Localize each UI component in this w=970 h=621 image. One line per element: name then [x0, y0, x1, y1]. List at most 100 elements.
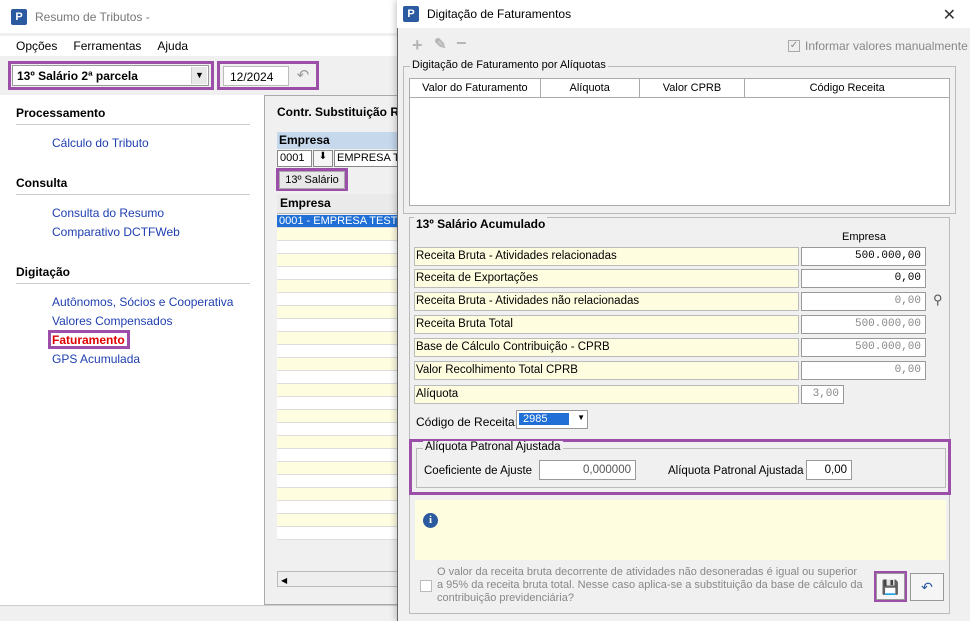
tab-13-salario[interactable]: 13º Salário — [279, 171, 345, 189]
binoculars-icon[interactable]: ⚲ — [933, 292, 943, 308]
input-aliquota: 3,00 — [801, 385, 844, 404]
label-valor-recolhimento-cprb: Valor Recolhimento Total CPRB — [414, 361, 799, 380]
sidebar-item-faturamento[interactable]: Faturamento — [52, 333, 125, 347]
menu-ajuda[interactable]: Ajuda — [157, 39, 188, 53]
list-item — [277, 475, 400, 488]
menu-ferramentas[interactable]: Ferramentas — [73, 39, 141, 53]
main-titlebar: P Resumo de Tributos - — [0, 0, 400, 33]
list-item — [277, 358, 400, 371]
empresa-label: Empresa — [277, 132, 400, 149]
aliquotas-table-body[interactable] — [409, 98, 950, 206]
list-item — [277, 254, 400, 267]
aliq-patronal-label: Alíquota Patronal Ajustada — [668, 465, 804, 477]
input-receita-exportacoes[interactable]: 0,00 — [801, 269, 926, 288]
list-item — [277, 527, 400, 540]
info-icon: i — [423, 513, 438, 528]
codigo-receita-select[interactable]: 2985 ▼ — [516, 410, 588, 429]
scroll-left-icon[interactable]: ◀ — [278, 576, 287, 585]
undo-button[interactable]: ↶ — [910, 573, 944, 601]
edit-icon[interactable]: ✎ — [434, 35, 447, 53]
app-logo-icon: P — [11, 8, 27, 25]
grid-title: Contr. Substituição R — [277, 105, 400, 119]
close-icon[interactable]: ✕ — [943, 5, 956, 25]
menubar: Opções Ferramentas Ajuda — [0, 36, 400, 56]
list-item — [277, 514, 400, 527]
section-consulta: Consulta — [16, 176, 68, 190]
divider — [16, 283, 250, 284]
patronal-group-title: Alíquota Patronal Ajustada — [423, 441, 563, 453]
codigo-receita-value: 2985 — [519, 413, 569, 425]
download-icon[interactable]: ⬇ — [313, 150, 333, 167]
dialog-titlebar: P Digitação de Faturamentos — [397, 0, 970, 28]
sidebar-item-calculo[interactable]: Cálculo do Tributo — [52, 136, 149, 150]
aliquotas-table-header: Valor do Faturamento Alíquota Valor CPRB… — [409, 78, 950, 98]
sidebar-item-autonomos[interactable]: Autônomos, Sócios e Cooperativa — [52, 295, 233, 309]
label-receita-bruta-relacionadas: Receita Bruta - Atividades relacionadas — [414, 247, 799, 266]
dialog-title: Digitação de Faturamentos — [427, 7, 572, 21]
list-header: Empresa — [277, 194, 400, 214]
floppy-disk-icon: 💾 — [881, 579, 900, 595]
sidebar-item-gps[interactable]: GPS Acumulada — [52, 352, 140, 366]
add-icon[interactable]: + — [412, 35, 423, 56]
list-item — [277, 293, 400, 306]
divider — [16, 124, 250, 125]
remove-icon[interactable]: − — [456, 33, 467, 54]
acumulado-group-title: 13º Salário Acumulado — [414, 217, 548, 231]
aliquotas-group-title: Digitação de Faturamento por Alíquotas — [410, 59, 608, 71]
divider — [16, 194, 250, 195]
list-item — [277, 332, 400, 345]
list-item — [277, 449, 400, 462]
list-item[interactable]: 0001 - EMPRESA TESTE — [277, 215, 400, 228]
checkbox-unchecked-icon[interactable] — [420, 579, 432, 592]
label-base-calculo-cprb: Base de Cálculo Contribuição - CPRB — [414, 338, 799, 357]
footer-checkbox[interactable] — [420, 578, 432, 592]
list-item — [277, 280, 400, 293]
input-base-calculo-cprb: 500.000,00 — [801, 338, 926, 357]
checkbox-checked-icon[interactable]: ✓ — [788, 40, 800, 52]
list-item — [277, 410, 400, 423]
status-bar — [0, 605, 400, 621]
list-item — [277, 306, 400, 319]
list-item — [277, 228, 400, 241]
manual-values-label: Informar valores manualmente — [805, 39, 968, 53]
col-codigo-receita[interactable]: Código Receita — [745, 79, 949, 97]
empresa-list: 0001 - EMPRESA TESTE — [277, 215, 400, 571]
list-item — [277, 488, 400, 501]
undo-icon[interactable]: ↶ — [292, 66, 314, 86]
col-aliquota[interactable]: Alíquota — [541, 79, 640, 97]
list-item — [277, 397, 400, 410]
input-receita-bruta-total: 500.000,00 — [801, 315, 926, 334]
input-valor-recolhimento-cprb: 0,00 — [801, 361, 926, 380]
empresa-code-input[interactable]: 0001 — [277, 150, 312, 167]
aliq-patronal-input[interactable]: 0,00 — [806, 460, 852, 480]
save-button[interactable]: 💾 — [876, 573, 905, 600]
col-valor-faturamento[interactable]: Valor do Faturamento — [410, 79, 541, 97]
coef-input[interactable]: 0,000000 — [539, 460, 636, 480]
codigo-receita-label: Código de Receita: — [416, 415, 519, 429]
list-item — [277, 371, 400, 384]
main-window-title: Resumo de Tributos - — [35, 9, 150, 24]
list-item — [277, 345, 400, 358]
sidebar-item-consulta-resumo[interactable]: Consulta do Resumo — [52, 206, 164, 220]
list-item — [277, 501, 400, 514]
section-processamento: Processamento — [16, 106, 106, 120]
input-receita-bruta-relacionadas[interactable]: 500.000,00 — [801, 247, 926, 266]
empresa-name-field: EMPRESA T — [334, 150, 400, 167]
menu-opcoes[interactable]: Opções — [16, 39, 57, 53]
col-empresa-header: Empresa — [842, 231, 887, 243]
date-input[interactable]: 12/2024 — [223, 66, 289, 86]
list-item — [277, 436, 400, 449]
col-valor-cprb[interactable]: Valor CPRB — [640, 79, 746, 97]
horizontal-scrollbar[interactable]: ◀ — [277, 571, 400, 587]
sidebar-item-valores-compensados[interactable]: Valores Compensados — [52, 314, 173, 328]
section-digitacao: Digitação — [16, 265, 71, 279]
undo-icon: ↶ — [921, 579, 933, 595]
list-item — [277, 319, 400, 332]
manual-values-checkbox[interactable]: ✓ Informar valores manualmente — [788, 39, 968, 53]
list-item — [277, 267, 400, 280]
list-item — [277, 462, 400, 475]
list-item — [277, 423, 400, 436]
sidebar-item-comparativo[interactable]: Comparativo DCTFWeb — [52, 225, 180, 239]
period-select[interactable]: 13º Salário 2ª parcela ▼ — [12, 65, 209, 86]
label-receita-exportacoes: Receita de Exportações — [414, 269, 799, 288]
